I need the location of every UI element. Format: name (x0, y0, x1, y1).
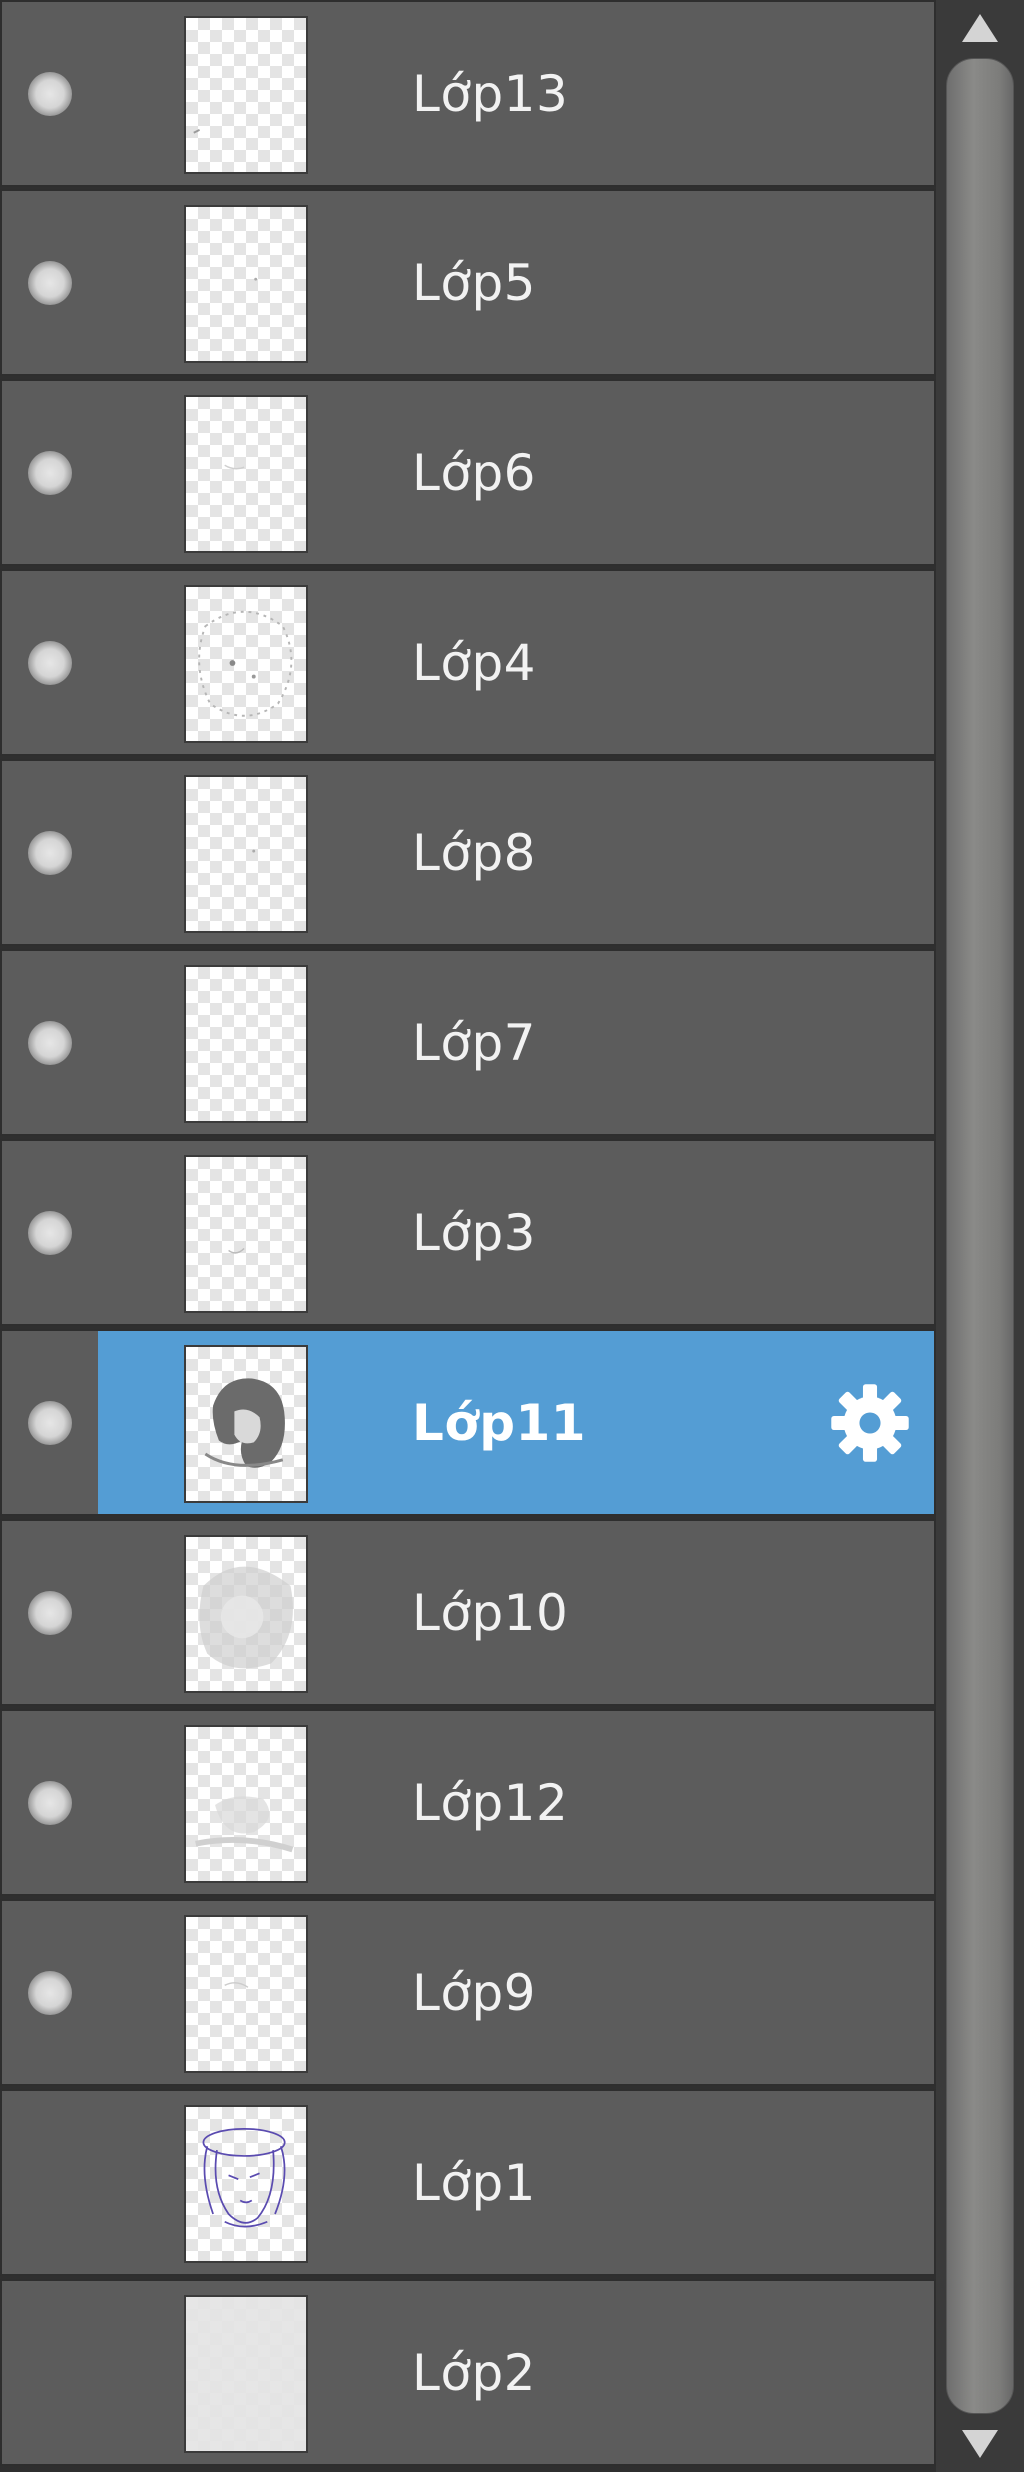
scroll-up-button[interactable] (936, 0, 1024, 56)
layer-name: Lớp9 (412, 1963, 536, 2022)
layer-row[interactable]: Lớp7 (0, 949, 936, 1136)
layer-name: Lớp12 (412, 1773, 569, 1832)
layer-thumbnail (184, 1725, 308, 1883)
layer-thumbnail (184, 1535, 308, 1693)
layer-thumbnail (184, 1915, 308, 2073)
layer-row-selected[interactable]: Lớp11 (0, 1329, 936, 1516)
layer-row[interactable]: Lớp1 (0, 2089, 936, 2276)
eye-dot-icon (28, 450, 72, 495)
layer-content[interactable]: Lớp12 (98, 1711, 934, 1894)
layer-row[interactable]: Lớp3 (0, 1139, 936, 1326)
eye-dot-icon (28, 1590, 72, 1635)
visibility-toggle[interactable] (2, 571, 98, 754)
layer-name: Lớp3 (412, 1203, 536, 1262)
visibility-toggle[interactable] (2, 761, 98, 944)
layer-name: Lớp2 (412, 2343, 536, 2402)
eye-dot-icon (28, 1970, 72, 2015)
visibility-toggle[interactable] (2, 1331, 98, 1514)
layer-name: Lớp11 (412, 1393, 587, 1452)
triangle-up-icon (962, 14, 998, 42)
layer-name: Lớp8 (412, 823, 536, 882)
layer-name: Lớp10 (412, 1583, 569, 1642)
eye-dot-icon (28, 1020, 72, 1065)
layer-content[interactable]: Lớp2 (98, 2281, 934, 2464)
layers-panel: Lớp13 Lớp5 Lớp6 Lớp4 Lớp8 Lớp7 Lớp3 Lớp1… (0, 0, 1024, 2472)
layer-name: Lớp1 (412, 2153, 536, 2212)
layer-content[interactable]: Lớp10 (98, 1521, 934, 1704)
visibility-toggle[interactable] (2, 2091, 98, 2274)
layer-thumbnail (184, 1155, 308, 1313)
eye-dot-icon (28, 260, 72, 305)
layer-thumbnail (184, 1345, 308, 1503)
layer-content[interactable]: Lớp7 (98, 951, 934, 1134)
layer-content[interactable]: Lớp13 (98, 2, 934, 185)
layer-content[interactable]: Lớp3 (98, 1141, 934, 1324)
layer-row[interactable]: Lớp12 (0, 1709, 936, 1896)
eye-dot-icon (28, 1780, 72, 1825)
visibility-toggle[interactable] (2, 1141, 98, 1324)
layer-name: Lớp4 (412, 633, 536, 692)
visibility-toggle[interactable] (2, 191, 98, 374)
triangle-down-icon (962, 2430, 998, 2458)
visibility-toggle[interactable] (2, 1901, 98, 2084)
eye-dot-icon (28, 830, 72, 875)
layer-thumbnail (184, 16, 308, 174)
gear-icon[interactable] (826, 1379, 914, 1467)
scroll-down-button[interactable] (936, 2416, 1024, 2472)
layer-thumbnail (184, 395, 308, 553)
layer-content[interactable]: Lớp9 (98, 1901, 934, 2084)
eye-dot-icon (28, 71, 72, 116)
vertical-scrollbar[interactable] (936, 0, 1024, 2472)
layer-row[interactable]: Lớp10 (0, 1519, 936, 1706)
eye-dot-icon (28, 1210, 72, 1255)
layer-row[interactable]: Lớp9 (0, 1899, 936, 2086)
layer-thumbnail (184, 205, 308, 363)
layer-name: Lớp7 (412, 1013, 536, 1072)
layer-content[interactable]: Lớp5 (98, 191, 934, 374)
visibility-toggle[interactable] (2, 1711, 98, 1894)
layer-row[interactable]: Lớp5 (0, 189, 936, 376)
scroll-thumb[interactable] (946, 58, 1014, 2414)
visibility-toggle[interactable] (2, 381, 98, 564)
layer-name: Lớp13 (412, 64, 569, 123)
visibility-toggle[interactable] (2, 951, 98, 1134)
layer-name: Lớp6 (412, 443, 536, 502)
layer-list: Lớp13 Lớp5 Lớp6 Lớp4 Lớp8 Lớp7 Lớp3 Lớp1… (0, 0, 936, 2472)
layer-content[interactable]: Lớp4 (98, 571, 934, 754)
layer-content[interactable]: Lớp6 (98, 381, 934, 564)
layer-row[interactable]: Lớp6 (0, 379, 936, 566)
layer-row[interactable]: Lớp13 (0, 0, 936, 187)
layer-content[interactable]: Lớp11 (98, 1331, 934, 1514)
layer-thumbnail (184, 2295, 308, 2453)
layer-content[interactable]: Lớp8 (98, 761, 934, 944)
eye-dot-icon (28, 640, 72, 685)
layer-row[interactable]: Lớp4 (0, 569, 936, 756)
layer-content[interactable]: Lớp1 (98, 2091, 934, 2274)
layer-thumbnail (184, 965, 308, 1123)
visibility-toggle[interactable] (2, 2281, 98, 2464)
layer-thumbnail (184, 775, 308, 933)
layer-name: Lớp5 (412, 253, 536, 312)
layer-thumbnail (184, 585, 308, 743)
layer-row[interactable]: Lớp8 (0, 759, 936, 946)
layer-row[interactable]: Lớp2 (0, 2279, 936, 2466)
visibility-toggle[interactable] (2, 1521, 98, 1704)
eye-dot-icon (28, 1400, 72, 1445)
visibility-toggle[interactable] (2, 2, 98, 185)
layer-thumbnail (184, 2105, 308, 2263)
